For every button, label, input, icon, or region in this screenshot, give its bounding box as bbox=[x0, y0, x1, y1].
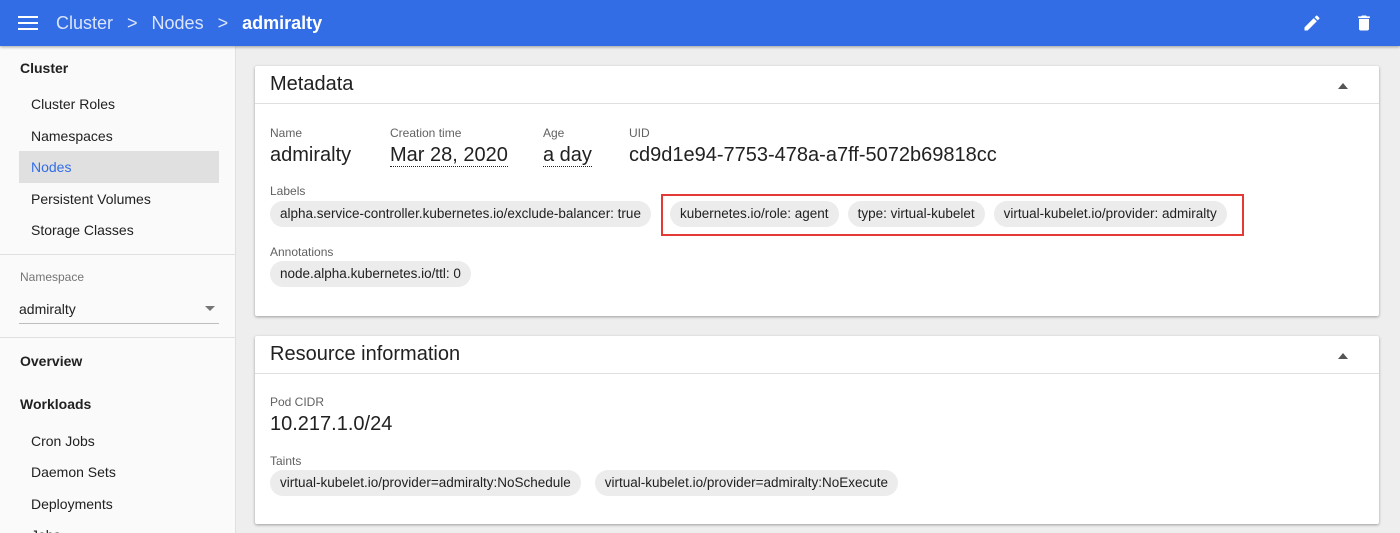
metadata-card: Metadata Name admiralty Creation time Ma… bbox=[255, 66, 1379, 316]
taints-label: Taints bbox=[270, 454, 302, 468]
breadcrumb: Cluster > Nodes > admiralty bbox=[56, 13, 322, 34]
sidebar-item-deployments[interactable]: Deployments bbox=[19, 488, 219, 520]
age-field: Age a day bbox=[543, 126, 592, 167]
collapse-button[interactable] bbox=[1335, 80, 1351, 92]
sidebar: Cluster Cluster Roles Namespaces Nodes P… bbox=[0, 46, 236, 533]
name-field: Name admiralty bbox=[270, 126, 351, 167]
uid-value: cd9d1e94-7753-478a-a7ff-5072b69818cc bbox=[629, 144, 997, 166]
taints-chip-row: virtual-kubelet.io/provider=admiralty:No… bbox=[270, 470, 899, 496]
collapse-icon bbox=[1338, 83, 1348, 89]
name-label: Name bbox=[270, 126, 303, 140]
breadcrumb-separator: > bbox=[127, 12, 138, 33]
creation-time-label: Creation time bbox=[390, 126, 462, 140]
label-chip: alpha.service-controller.kubernetes.io/e… bbox=[270, 201, 651, 227]
pod-cidr-field: Pod CIDR 10.217.1.0/24 bbox=[270, 395, 392, 436]
top-app-bar: Cluster > Nodes > admiralty bbox=[0, 0, 1400, 46]
edit-button[interactable] bbox=[1292, 3, 1332, 43]
menu-button[interactable] bbox=[0, 0, 56, 46]
breadcrumb-separator: > bbox=[217, 12, 229, 33]
uid-field: UID cd9d1e94-7753-478a-a7ff-5072b69818cc bbox=[629, 126, 997, 167]
sidebar-divider bbox=[0, 337, 235, 338]
pod-cidr-label: Pod CIDR bbox=[270, 395, 325, 409]
namespace-value: admiralty bbox=[19, 301, 76, 317]
pod-cidr-value: 10.217.1.0/24 bbox=[270, 413, 393, 435]
sidebar-divider bbox=[0, 254, 235, 255]
sidebar-item-nodes[interactable]: Nodes bbox=[19, 151, 219, 183]
sidebar-item-namespaces[interactable]: Namespaces bbox=[19, 120, 219, 152]
collapse-icon bbox=[1338, 353, 1348, 359]
sidebar-item-daemon-sets[interactable]: Daemon Sets bbox=[19, 456, 219, 488]
uid-label: UID bbox=[629, 126, 650, 140]
taint-chip: virtual-kubelet.io/provider=admiralty:No… bbox=[594, 470, 899, 496]
breadcrumb-nodes[interactable]: Nodes bbox=[152, 13, 204, 34]
delete-button[interactable] bbox=[1344, 3, 1384, 43]
breadcrumb-cluster[interactable]: Cluster bbox=[56, 13, 113, 34]
metadata-title: Metadata bbox=[270, 73, 354, 95]
edit-icon bbox=[1304, 15, 1320, 31]
resource-information-card: Resource information Pod CIDR 10.217.1.0… bbox=[255, 336, 1379, 524]
sidebar-heading-cluster[interactable]: Cluster bbox=[0, 57, 68, 79]
namespace-select[interactable]: admiralty bbox=[19, 294, 219, 324]
sidebar-item-persistent-volumes[interactable]: Persistent Volumes bbox=[19, 183, 219, 215]
labels-label-wrap: Labels bbox=[270, 184, 305, 198]
age-value[interactable]: a day bbox=[543, 144, 592, 167]
sidebar-item-cluster-roles[interactable]: Cluster Roles bbox=[19, 88, 219, 120]
sidebar-item-storage-classes[interactable]: Storage Classes bbox=[19, 214, 219, 246]
collapse-button[interactable] bbox=[1335, 350, 1351, 362]
age-label: Age bbox=[543, 126, 565, 140]
annotations-label: Annotations bbox=[270, 245, 334, 259]
menu-icon bbox=[18, 16, 38, 30]
annotation-chip: node.alpha.kubernetes.io/ttl: 0 bbox=[270, 261, 471, 287]
breadcrumb-current: admiralty bbox=[242, 12, 323, 33]
taint-chip: virtual-kubelet.io/provider=admiralty:No… bbox=[270, 470, 581, 496]
resource-card-header[interactable]: Resource information bbox=[255, 336, 1379, 374]
taints-label-wrap: Taints bbox=[270, 454, 301, 468]
delete-icon bbox=[1358, 15, 1370, 31]
highlight-box bbox=[661, 194, 1244, 236]
resource-title: Resource information bbox=[270, 343, 461, 365]
chevron-down-icon bbox=[205, 306, 215, 311]
annotations-chip-row: node.alpha.kubernetes.io/ttl: 0 bbox=[270, 261, 471, 287]
labels-label: Labels bbox=[270, 184, 306, 198]
metadata-card-header[interactable]: Metadata bbox=[255, 66, 1379, 104]
sidebar-item-overview[interactable]: Overview bbox=[0, 350, 82, 372]
creation-time-value[interactable]: Mar 28, 2020 bbox=[390, 144, 508, 167]
sidebar-item-jobs[interactable]: Jobs bbox=[19, 519, 219, 533]
name-value: admiralty bbox=[270, 144, 352, 166]
sidebar-heading-workloads[interactable]: Workloads bbox=[0, 393, 91, 415]
annotations-label-wrap: Annotations bbox=[270, 245, 333, 259]
namespace-label: Namespace bbox=[20, 270, 85, 284]
creation-time-field: Creation time Mar 28, 2020 bbox=[390, 126, 508, 167]
sidebar-item-cron-jobs[interactable]: Cron Jobs bbox=[19, 425, 219, 457]
